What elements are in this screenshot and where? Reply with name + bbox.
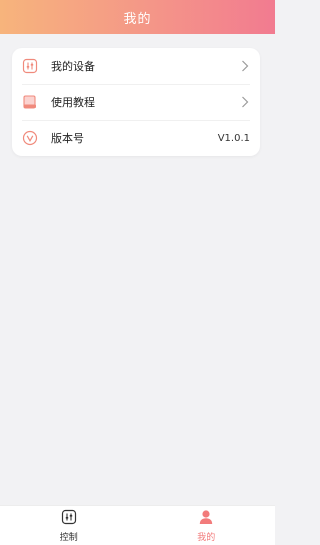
tab-label: 我的: [197, 532, 216, 543]
version-value: V1.0.1: [217, 132, 250, 144]
tab-mine[interactable]: 我的: [138, 506, 276, 545]
menu-item-tutorial[interactable]: 使用教程: [12, 84, 260, 120]
page-title: 我的: [123, 11, 152, 27]
version-icon: [22, 130, 38, 146]
app-root: 我的 我的设备 使用教程 版本号 V1.0.1 控制 我的: [0, 0, 275, 545]
device-control-icon: [22, 58, 38, 74]
user-profile-icon: [198, 509, 214, 529]
chevron-right-icon: [240, 59, 250, 73]
menu-item-label: 版本号: [51, 132, 84, 145]
menu-item-label: 我的设备: [51, 60, 95, 73]
tutorial-book-icon: [22, 94, 38, 110]
settings-menu-card: 我的设备 使用教程 版本号 V1.0.1: [12, 48, 260, 156]
tab-label: 控制: [59, 532, 78, 543]
top-header: 我的: [0, 0, 275, 34]
menu-item-version: 版本号 V1.0.1: [12, 120, 260, 156]
tab-control[interactable]: 控制: [0, 506, 138, 545]
menu-item-my-devices[interactable]: 我的设备: [12, 48, 260, 84]
chevron-right-icon: [240, 95, 250, 109]
bottom-tab-bar: 控制 我的: [0, 505, 275, 545]
control-sliders-icon: [61, 509, 77, 529]
menu-item-label: 使用教程: [51, 96, 95, 109]
